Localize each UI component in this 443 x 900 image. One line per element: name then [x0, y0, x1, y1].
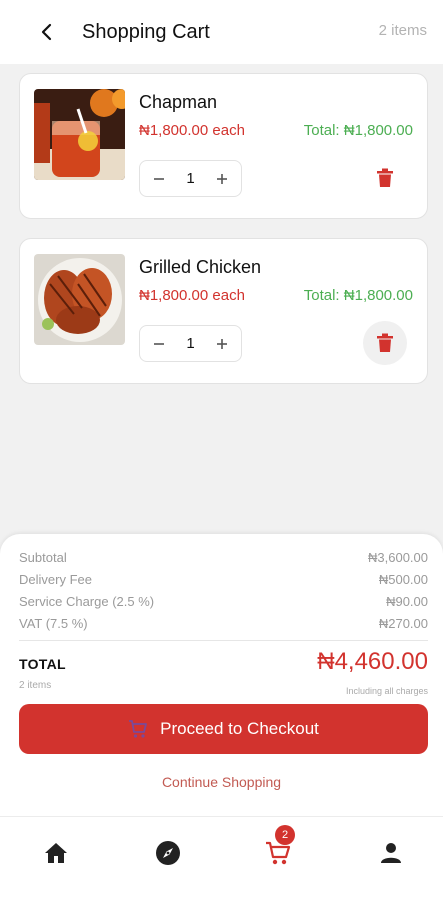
continue-shopping-link[interactable]: Continue Shopping — [0, 774, 443, 790]
cart-item: Chapman ₦1,800.00 each Total: ₦1,800.00 … — [19, 73, 428, 219]
vat-row: VAT (7.5 %) ₦270.00 — [19, 616, 428, 631]
total-amount: ₦4,460.00 — [317, 648, 428, 675]
subtotal-row: Subtotal ₦3,600.00 — [19, 550, 428, 565]
quantity-stepper: 1 — [139, 160, 242, 197]
back-icon[interactable] — [32, 17, 62, 47]
total-label: TOTAL — [19, 656, 66, 672]
plus-icon[interactable] — [213, 335, 231, 353]
person-icon[interactable] — [377, 839, 405, 867]
app-header: Shopping Cart 2 items — [0, 0, 443, 64]
delivery-fee-value: ₦500.00 — [378, 572, 428, 587]
item-price: ₦1,800.00 each — [139, 287, 245, 304]
delivery-fee-row: Delivery Fee ₦500.00 — [19, 572, 428, 587]
plus-icon[interactable] — [213, 170, 231, 188]
bottom-nav: 2 — [0, 816, 443, 900]
cart-badge: 2 — [275, 825, 295, 845]
service-charge-label: Service Charge (2.5 %) — [19, 594, 155, 609]
minus-icon[interactable] — [150, 170, 168, 188]
total-note: Including all charges — [345, 686, 428, 696]
minus-icon[interactable] — [150, 335, 168, 353]
quantity-value: 1 — [186, 170, 195, 187]
item-name: Grilled Chicken — [139, 257, 262, 277]
home-icon[interactable] — [42, 839, 70, 867]
delivery-fee-label: Delivery Fee — [19, 572, 92, 587]
cart-icon — [128, 719, 148, 739]
divider — [19, 640, 428, 641]
subtotal-label: Subtotal — [19, 550, 67, 565]
service-charge-value: ₦90.00 — [386, 594, 428, 609]
cart-item: Grilled Chicken ₦1,800.00 each Total: ₦1… — [19, 238, 428, 384]
vat-label: VAT (7.5 %) — [19, 616, 88, 631]
compass-icon[interactable] — [154, 839, 182, 867]
item-total: Total: ₦1,800.00 — [303, 122, 413, 139]
order-summary: Subtotal ₦3,600.00 Delivery Fee ₦500.00 … — [0, 534, 443, 816]
item-price: ₦1,800.00 each — [139, 122, 245, 139]
chapman-image — [34, 89, 125, 180]
trash-icon[interactable] — [363, 156, 407, 200]
trash-icon[interactable] — [363, 321, 407, 365]
checkout-button[interactable]: Proceed to Checkout — [19, 704, 428, 754]
service-charge-row: Service Charge (2.5 %) ₦90.00 — [19, 594, 428, 609]
total-items: 2 items — [19, 680, 52, 691]
item-total: Total: ₦1,800.00 — [303, 287, 413, 304]
quantity-stepper: 1 — [139, 325, 242, 362]
item-count: 2 items — [378, 22, 427, 39]
quantity-value: 1 — [186, 335, 195, 352]
checkout-label: Proceed to Checkout — [160, 719, 319, 738]
vat-value: ₦270.00 — [378, 616, 428, 631]
item-name: Chapman — [139, 92, 218, 112]
grilled-chicken-image — [34, 254, 125, 345]
subtotal-value: ₦3,600.00 — [368, 550, 428, 565]
page-title: Shopping Cart — [82, 20, 210, 43]
